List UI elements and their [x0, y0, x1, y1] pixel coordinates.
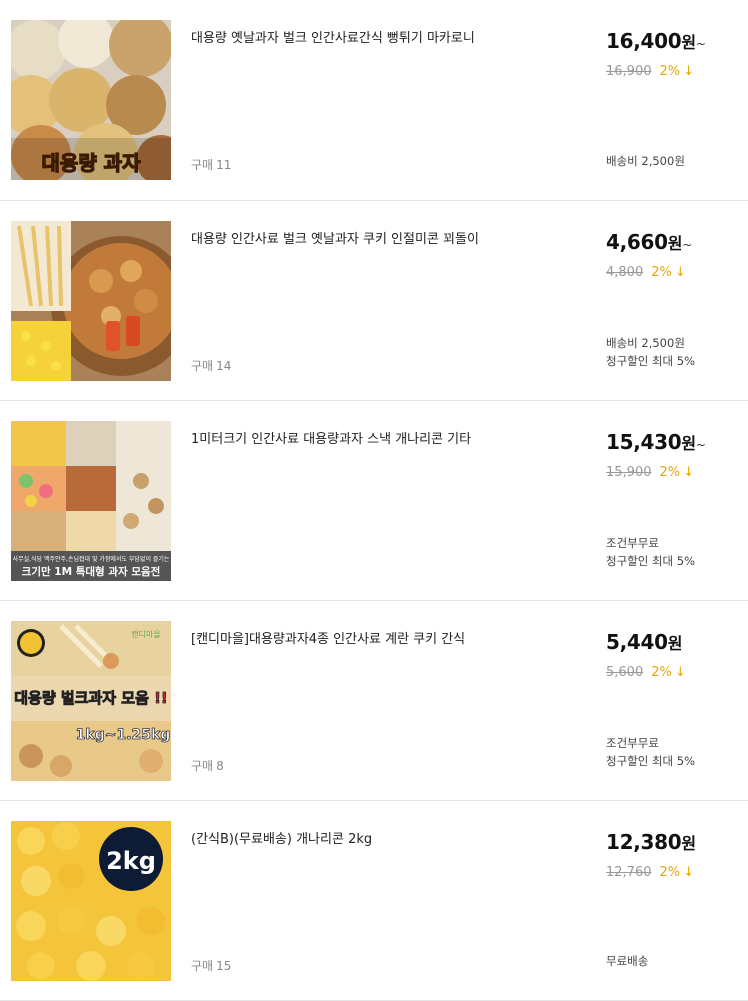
bulk-snack-image: 캔디마을 대용량 벌크과자 모음 !! 1kg~1.25kg [11, 621, 171, 781]
snack-basket-image [11, 221, 171, 381]
down-arrow-icon: ↓ [683, 64, 695, 79]
shipping-fee: 무료배송 [606, 954, 649, 968]
original-price: 15,900 [606, 465, 652, 480]
product-item: 2kg (간식B)(무료배송) 개나리콘 2kg 구매 15 12,380원 12… [0, 801, 748, 1001]
shipping-info: 조건부무료 청구할인 최대 5% [606, 734, 695, 770]
purchase-label: 구매 [191, 759, 214, 773]
original-price: 5,600 [606, 665, 644, 680]
product-title[interactable]: 1미터크기 인간사료 대용량과자 스낵 개나리콘 기타 [191, 431, 581, 449]
shipping-info: 조건부무료 청구할인 최대 5% [606, 534, 695, 570]
thumb-caption: 크기만 1M 특대형 과자 모음전 [22, 565, 161, 578]
price: 5,440원 [606, 630, 682, 654]
down-arrow-icon: ↓ [683, 465, 695, 480]
purchase-count: 구매 15 [191, 957, 231, 974]
purchase-number: 8 [216, 759, 224, 773]
original-price-row: 5,600 2% ↓ [606, 665, 686, 680]
currency: 원 [681, 33, 696, 52]
discount-rate: 2% [651, 265, 672, 280]
discount-rate: 2% [659, 865, 681, 880]
price: 12,380원 [606, 830, 696, 854]
down-arrow-icon: ↓ [674, 265, 686, 280]
original-price-row: 4,800 2% ↓ [606, 265, 686, 280]
original-price-row: 16,900 2% ↓ [606, 64, 694, 79]
purchase-count: 구매 11 [191, 156, 231, 173]
currency: 원 [681, 434, 696, 453]
card-discount: 청구할인 최대 5% [606, 354, 696, 368]
thumb-weight: 1kg~1.25kg [76, 727, 171, 743]
product-thumbnail[interactable]: 2kg [11, 821, 171, 981]
price-value: 16,400 [606, 29, 682, 53]
original-price-row: 15,900 2% ↓ [606, 465, 694, 480]
yellow-corn-snack-image: 2kg [11, 821, 171, 981]
original-price: 4,800 [606, 265, 644, 280]
product-title[interactable]: (간식B)(무료배송) 개나리콘 2kg [191, 831, 581, 849]
currency: 원 [667, 634, 683, 653]
product-title[interactable]: 대용량 옛날과자 벌크 인간사료간식 뻥튀기 마카로니 [191, 30, 581, 48]
purchase-count: 구매 8 [191, 757, 224, 774]
thumb-subcaption: 사무실,식당 맥주안주,손님접대 및 가정에서도 부담없이 즐기는 [13, 555, 170, 563]
price-value: 5,440 [606, 630, 668, 654]
shipping-fee: 조건부무료 [606, 536, 659, 550]
shipping-info: 배송비 2,500원 청구할인 최대 5% [606, 334, 695, 370]
shipping-info: 배송비 2,500원 [606, 152, 685, 170]
shipping-fee: 배송비 2,500원 [606, 336, 685, 350]
original-price: 12,760 [606, 865, 652, 880]
price-value: 12,380 [606, 830, 682, 854]
product-title[interactable]: [캔디마을]대용량과자4종 인간사료 계란 쿠키 간식 [191, 631, 581, 649]
snack-bags-image: 대용량 과자 [11, 20, 171, 180]
purchase-count: 구매 14 [191, 357, 231, 374]
product-item: 대용량 과자 대용량 옛날과자 벌크 인간사료간식 뻥튀기 마카로니 구매 11 … [0, 0, 748, 201]
purchase-label: 구매 [191, 359, 214, 373]
purchase-number: 11 [216, 158, 232, 172]
down-arrow-icon: ↓ [683, 865, 695, 880]
card-discount: 청구할인 최대 5% [606, 554, 696, 568]
price-suffix: ~ [682, 238, 692, 252]
original-price: 16,900 [606, 64, 652, 79]
discount-rate: 2% [659, 465, 681, 480]
discount-rate: 2% [651, 665, 672, 680]
price-value: 15,430 [606, 430, 682, 454]
down-arrow-icon: ↓ [674, 665, 686, 680]
product-title[interactable]: 대용량 인간사료 벌크 옛날과자 쿠키 인절미콘 꾀돌이 [191, 231, 581, 249]
purchase-number: 14 [216, 359, 232, 373]
product-thumbnail[interactable]: 캔디마을 대용량 벌크과자 모음 !! 1kg~1.25kg [11, 621, 171, 781]
thumb-caption: 2kg [106, 847, 156, 875]
thumb-caption: 대용량 과자 [42, 151, 142, 175]
product-item: 사무실,식당 맥주안주,손님접대 및 가정에서도 부담없이 즐기는 크기만 1M… [0, 401, 748, 601]
brand-logo: 캔디마을 [131, 629, 160, 639]
purchase-number: 15 [216, 959, 232, 973]
price: 15,430원~ [606, 430, 706, 454]
purchase-label: 구매 [191, 158, 214, 172]
price: 4,660원~ [606, 230, 692, 254]
thumb-caption: 대용량 벌크과자 모음 !! [14, 689, 168, 707]
currency: 원 [681, 834, 696, 853]
price: 16,400원~ [606, 29, 706, 53]
product-item: 캔디마을 대용량 벌크과자 모음 !! 1kg~1.25kg [캔디마을]대용량… [0, 601, 748, 801]
product-thumbnail[interactable]: 사무실,식당 맥주안주,손님접대 및 가정에서도 부담없이 즐기는 크기만 1M… [11, 421, 171, 581]
price-value: 4,660 [606, 230, 668, 254]
product-list: 대용량 과자 대용량 옛날과자 벌크 인간사료간식 뻥튀기 마카로니 구매 11 … [0, 0, 748, 1001]
card-discount: 청구할인 최대 5% [606, 754, 696, 768]
product-item: 대용량 인간사료 벌크 옛날과자 쿠키 인절미콘 꾀돌이 구매 14 4,660원… [0, 201, 748, 401]
currency: 원 [667, 234, 683, 253]
snack-collection-image: 사무실,식당 맥주안주,손님접대 및 가정에서도 부담없이 즐기는 크기만 1M… [11, 421, 171, 581]
product-thumbnail[interactable]: 대용량 과자 [11, 20, 171, 180]
discount-rate: 2% [659, 64, 681, 79]
price-suffix: ~ [695, 438, 706, 452]
original-price-row: 12,760 2% ↓ [606, 865, 694, 880]
shipping-fee: 조건부무료 [606, 736, 659, 750]
price-suffix: ~ [695, 37, 706, 51]
shipping-fee: 배송비 2,500원 [606, 154, 685, 168]
purchase-label: 구매 [191, 959, 214, 973]
product-thumbnail[interactable] [11, 221, 171, 381]
shipping-info: 무료배송 [606, 952, 648, 970]
